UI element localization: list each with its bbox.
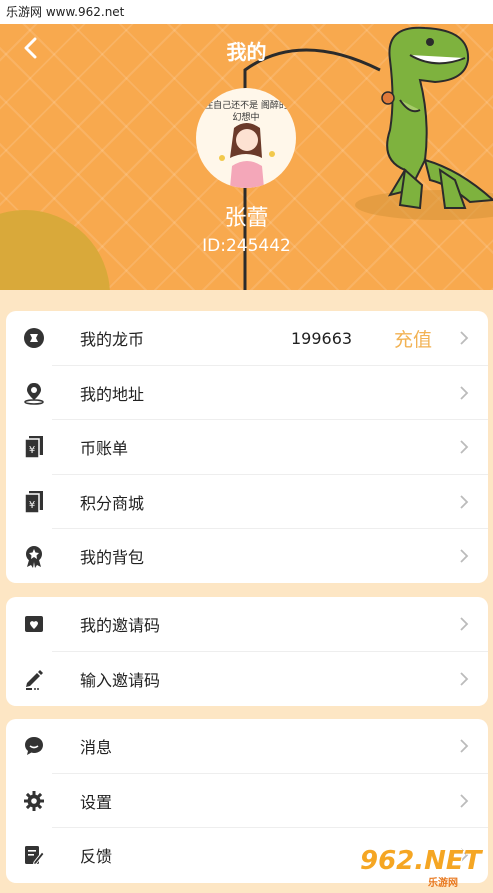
bill-icon: ¥ [22,435,46,459]
avatar-illustration [219,123,275,188]
row-enter-invite-code[interactable]: 输入邀请码 [6,652,488,707]
message-icon [22,734,46,758]
pencil-icon [22,667,46,691]
row-my-backpack[interactable]: 我的背包 [6,529,488,583]
username: 张蕾 [224,206,269,231]
row-label: 币账单 [80,439,129,459]
chevron-right-icon [460,617,469,631]
row-label: 输入邀请码 [80,670,161,690]
coin-icon [22,326,46,350]
row-points-mall[interactable]: ¥ 积分商城 [6,475,488,529]
chevron-right-icon [460,549,469,563]
row-messages[interactable]: 消息 [6,719,488,774]
gear-icon [22,789,46,813]
chevron-right-icon [460,739,469,753]
chevron-right-icon [460,331,469,345]
chevron-right-icon [460,672,469,686]
row-settings[interactable]: 设置 [6,774,488,828]
row-label: 设置 [80,792,113,812]
invite-section-card: 我的邀请码 输入邀请码 [6,597,488,706]
user-id: ID:245442 [202,236,291,256]
points-mall-icon: ¥ [22,490,46,514]
invite-icon [22,612,46,636]
chevron-right-icon [460,794,469,808]
row-label: 积分商城 [80,493,145,513]
svg-text:¥: ¥ [29,500,35,511]
chevron-right-icon [460,495,469,509]
recharge-button[interactable]: 充值 [394,325,432,352]
row-my-address[interactable]: 我的地址 [6,366,488,420]
badge-icon [22,544,46,569]
watermark-logo: 962.NET 乐游网 [360,846,490,890]
row-my-coins[interactable]: 我的龙币 199663 充值 [6,311,488,366]
row-label: 我的背包 [80,548,145,568]
svg-text:¥: ¥ [29,445,35,456]
avatar[interactable]: 住自己还不是 阁醉的幻想中 [196,88,296,188]
watermark-logo-text: 962.NET [360,846,482,876]
row-coin-bill[interactable]: ¥ 币账单 [6,420,488,475]
watermark-site-banner: 乐游网 www.962.net [0,0,493,24]
coin-balance: 199663 [291,328,353,348]
chevron-right-icon [460,386,469,400]
row-label: 消息 [80,738,113,758]
row-label: 我的龙币 [80,330,145,350]
page-title: 我的 [226,40,267,64]
chevron-right-icon [460,440,469,454]
watermark-logo-subtext: 乐游网 [428,878,458,889]
row-label: 我的邀请码 [80,616,161,636]
row-my-invite-code[interactable]: 我的邀请码 [6,597,488,652]
account-section-card: 我的龙币 199663 充值 我的地址 ¥ 币账单 ¥ 积分商城 我的背包 [6,311,488,583]
location-pin-icon [22,381,46,405]
row-label: 反馈 [80,847,113,867]
row-label: 我的地址 [80,384,145,404]
feedback-icon [22,843,46,867]
